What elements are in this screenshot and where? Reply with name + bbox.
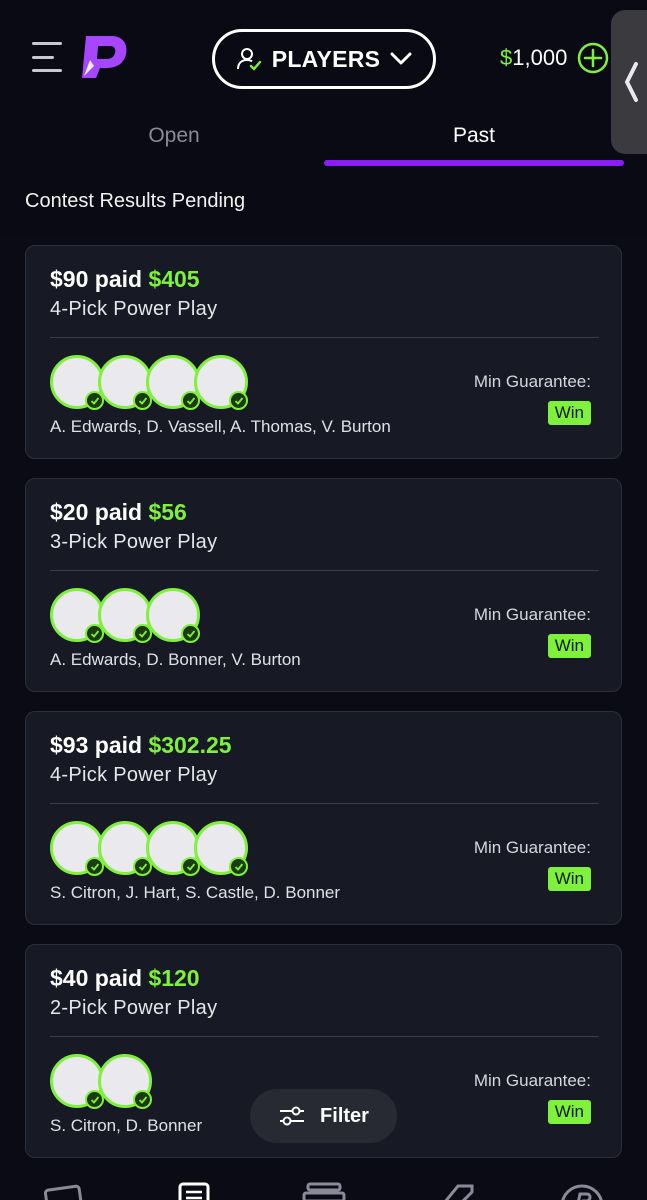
profile-logo-icon[interactable] — [558, 1182, 606, 1200]
players-mode-label: PLAYERS — [271, 45, 381, 72]
contest-type: 4-Pick Power Play — [50, 764, 218, 786]
result-badge: Win — [547, 867, 591, 891]
paid-amount: $90 paid — [50, 266, 143, 292]
divider — [50, 337, 599, 338]
contest-type: 2-Pick Power Play — [50, 997, 218, 1019]
my-entries-icon[interactable] — [178, 1182, 210, 1200]
balance-display[interactable]: $1,000 — [500, 40, 609, 76]
balance-currency: $ — [500, 45, 513, 70]
min-guarantee-label: Min Guarantee: — [473, 1071, 591, 1090]
tab-open[interactable]: Open — [24, 124, 324, 148]
check-icon — [229, 391, 248, 410]
player-names: A. Edwards, D. Vassell, A. Thomas, V. Bu… — [50, 417, 391, 436]
stack-icon[interactable] — [302, 1182, 346, 1200]
min-guarantee-label: Min Guarantee: — [473, 372, 591, 391]
won-amount: $405 — [148, 266, 200, 292]
card-payout: $40 paid $120 — [50, 965, 200, 992]
contest-type: 3-Pick Power Play — [50, 531, 218, 553]
min-guarantee-label: Min Guarantee: — [473, 838, 591, 857]
min-guarantee-label: Min Guarantee: — [473, 605, 591, 624]
won-amount: $56 — [148, 499, 187, 525]
paid-amount: $20 paid — [50, 499, 143, 525]
card-payout: $90 paid $405 — [50, 266, 200, 293]
divider — [50, 570, 599, 571]
paid-amount: $40 paid — [50, 965, 143, 991]
check-icon — [181, 624, 200, 643]
result-badge: Win — [547, 634, 591, 658]
contest-type: 4-Pick Power Play — [50, 298, 218, 320]
contest-card[interactable]: $93 paid $302.25 4-Pick Power Play S. Ci… — [25, 711, 622, 925]
check-icon — [229, 857, 248, 876]
app-header: PLAYERS $1,000 Open Past Contest Results… — [0, 0, 647, 235]
filter-icon — [280, 1106, 305, 1126]
section-title: Contest Results Pending — [25, 190, 246, 212]
check-icon — [133, 1090, 152, 1109]
result-badge: Win — [547, 401, 591, 425]
tab-past[interactable]: Past — [324, 124, 624, 148]
bottom-nav — [0, 1170, 647, 1200]
player-names: S. Citron, J. Hart, S. Castle, D. Bonner — [50, 883, 341, 902]
player-icon — [236, 48, 261, 71]
active-tab-indicator — [324, 160, 624, 166]
app-logo[interactable] — [78, 30, 130, 82]
won-amount: $302.25 — [148, 732, 232, 758]
filter-label: Filter — [320, 1104, 369, 1127]
paid-amount: $93 paid — [50, 732, 143, 758]
lobby-icon[interactable] — [44, 1182, 88, 1200]
menu-icon[interactable] — [32, 42, 64, 72]
contest-card[interactable]: $20 paid $56 3-Pick Power Play A. Edward… — [25, 478, 622, 692]
balance-amount: 1,000 — [512, 45, 568, 70]
chevron-down-icon — [390, 52, 412, 65]
players-mode-selector[interactable]: PLAYERS — [212, 29, 436, 89]
card-payout: $93 paid $302.25 — [50, 732, 232, 759]
result-badge: Win — [547, 1100, 591, 1124]
promo-tag-icon[interactable] — [436, 1182, 476, 1200]
divider — [50, 803, 599, 804]
collapse-icon — [624, 62, 638, 102]
player-names: S. Citron, D. Bonner — [50, 1116, 203, 1135]
contest-card[interactable]: $90 paid $405 4-Pick Power Play A. Edwar… — [25, 245, 622, 459]
filter-button[interactable]: Filter — [250, 1089, 397, 1143]
card-payout: $20 paid $56 — [50, 499, 187, 526]
add-funds-icon[interactable] — [577, 42, 609, 74]
won-amount: $120 — [148, 965, 200, 991]
player-names: A. Edwards, D. Bonner, V. Burton — [50, 650, 301, 669]
divider — [50, 1036, 599, 1037]
contest-tabs: Open Past — [0, 110, 647, 170]
